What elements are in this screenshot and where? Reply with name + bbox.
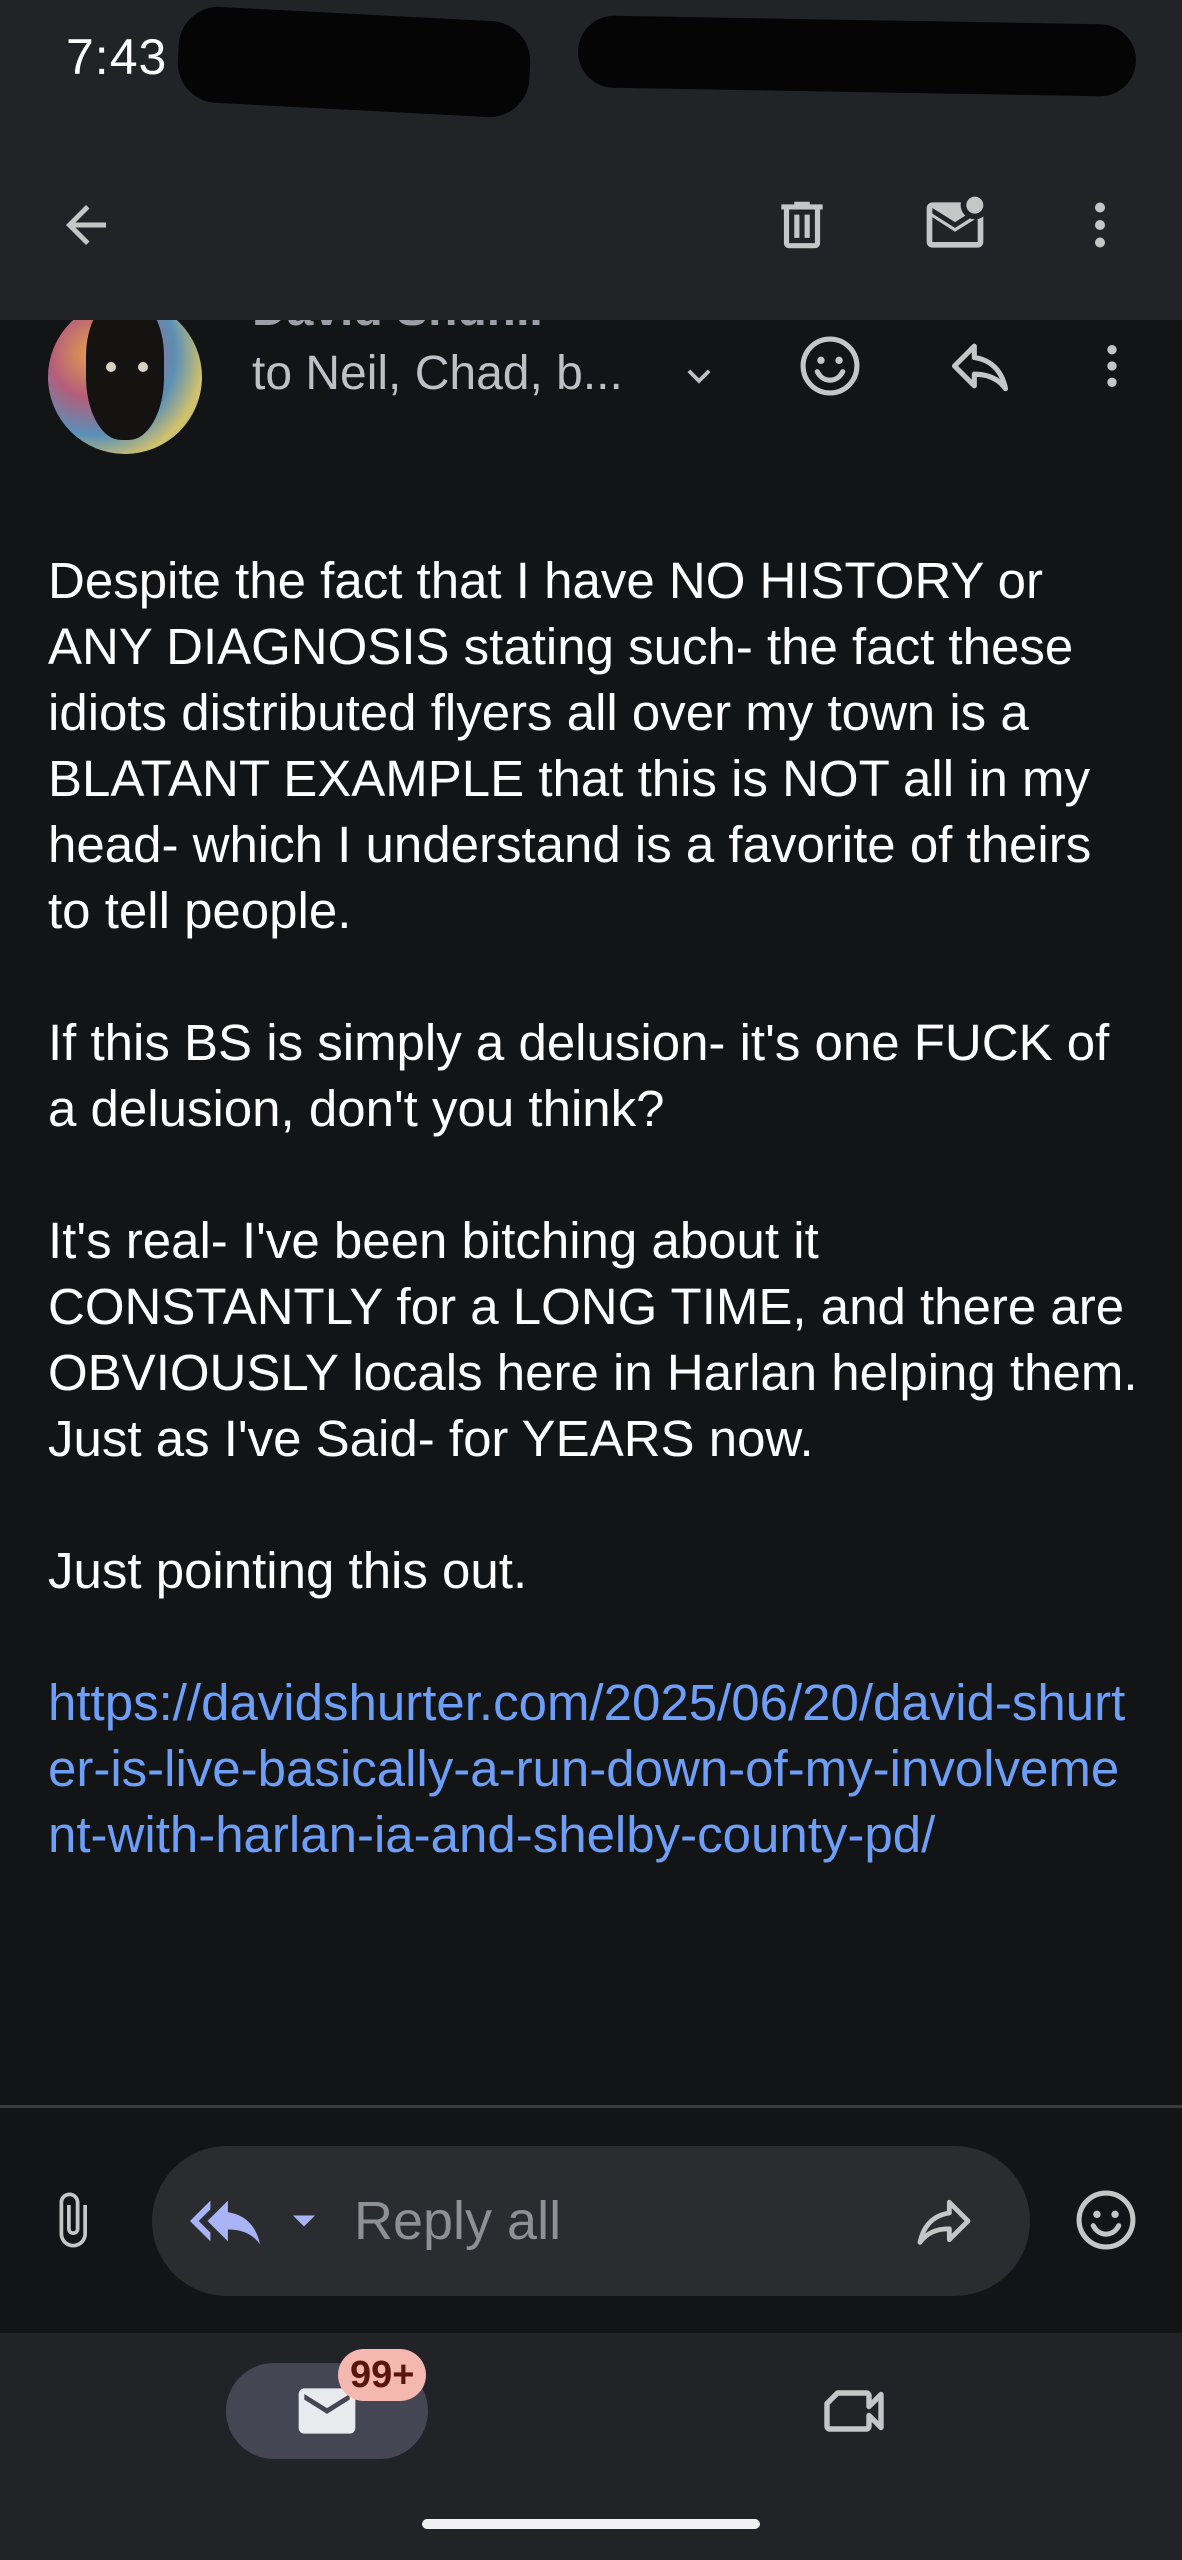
reply-button[interactable] [930,320,1030,416]
message-link[interactable]: https://davidshurter.com/2025/06/20/davi… [48,1670,1138,1868]
reply-icon [951,343,1009,392]
emoji-button[interactable] [1056,2170,1156,2270]
avatar[interactable] [48,320,202,454]
recipients[interactable]: to Neil, Chad, b... [252,346,722,401]
mark-unread-button[interactable] [905,175,1005,275]
body-paragraph: Despite the fact that I have NO HISTORY … [48,552,1106,939]
forward-icon[interactable] [912,2189,976,2253]
message-header: David Shur... 7:42 AM to Neil, Chad, b..… [0,320,1182,454]
back-button[interactable] [36,175,136,275]
more-options-button[interactable] [1050,175,1150,275]
reply-bar: Reply all [0,2108,1182,2333]
body-paragraph: Just pointing this out. [48,1542,528,1599]
nav-meet[interactable] [804,2361,904,2461]
status-bar: 7:43 [0,0,1182,120]
message-time: 7:42 AM [594,320,733,329]
redacted-area [175,4,533,120]
body-paragraph: It's real- I've been bitching about it C… [48,1212,1166,1467]
home-indicator[interactable] [422,2519,760,2529]
add-reaction-button[interactable] [780,320,880,416]
video-camera-icon [824,2390,884,2432]
message-body: Despite the fact that I have NO HISTORY … [48,548,1138,1934]
avatar-eye [138,362,148,372]
more-vert-icon [1095,202,1105,248]
dropdown-arrow-icon[interactable] [282,2199,326,2243]
reply-all-field[interactable]: Reply all [152,2146,1030,2296]
avatar-dog-shape [86,320,164,440]
status-time: 7:43 [66,29,168,85]
delete-button[interactable] [752,175,852,275]
arrow-left-icon [66,205,106,245]
paperclip-icon [59,2192,87,2248]
emoji-icon [1076,2190,1136,2250]
more-vert-icon [1107,345,1117,387]
redacted-area [577,15,1137,97]
bottom-navigation: 99+ [0,2333,1182,2560]
mail-unread-icon [926,196,984,248]
reply-all-icon [190,2200,260,2245]
emoji-icon [800,336,860,396]
message-more-button[interactable] [1062,320,1162,416]
unread-badge: 99+ [338,2349,427,2401]
trash-icon [781,201,823,249]
top-toolbar [0,120,1182,320]
message-content: David Shur... 7:42 AM to Neil, Chad, b..… [0,320,1182,2105]
chevron-down-icon [687,369,711,384]
attach-button[interactable] [22,2170,122,2270]
sender-name[interactable]: David Shur... [252,320,543,337]
body-paragraph: If this BS is simply a delusion- it's on… [48,1014,1124,1137]
reply-all-placeholder: Reply all [354,2191,562,2251]
avatar-eye [106,362,116,372]
recipients-label: to Neil, Chad, b... [252,347,623,400]
